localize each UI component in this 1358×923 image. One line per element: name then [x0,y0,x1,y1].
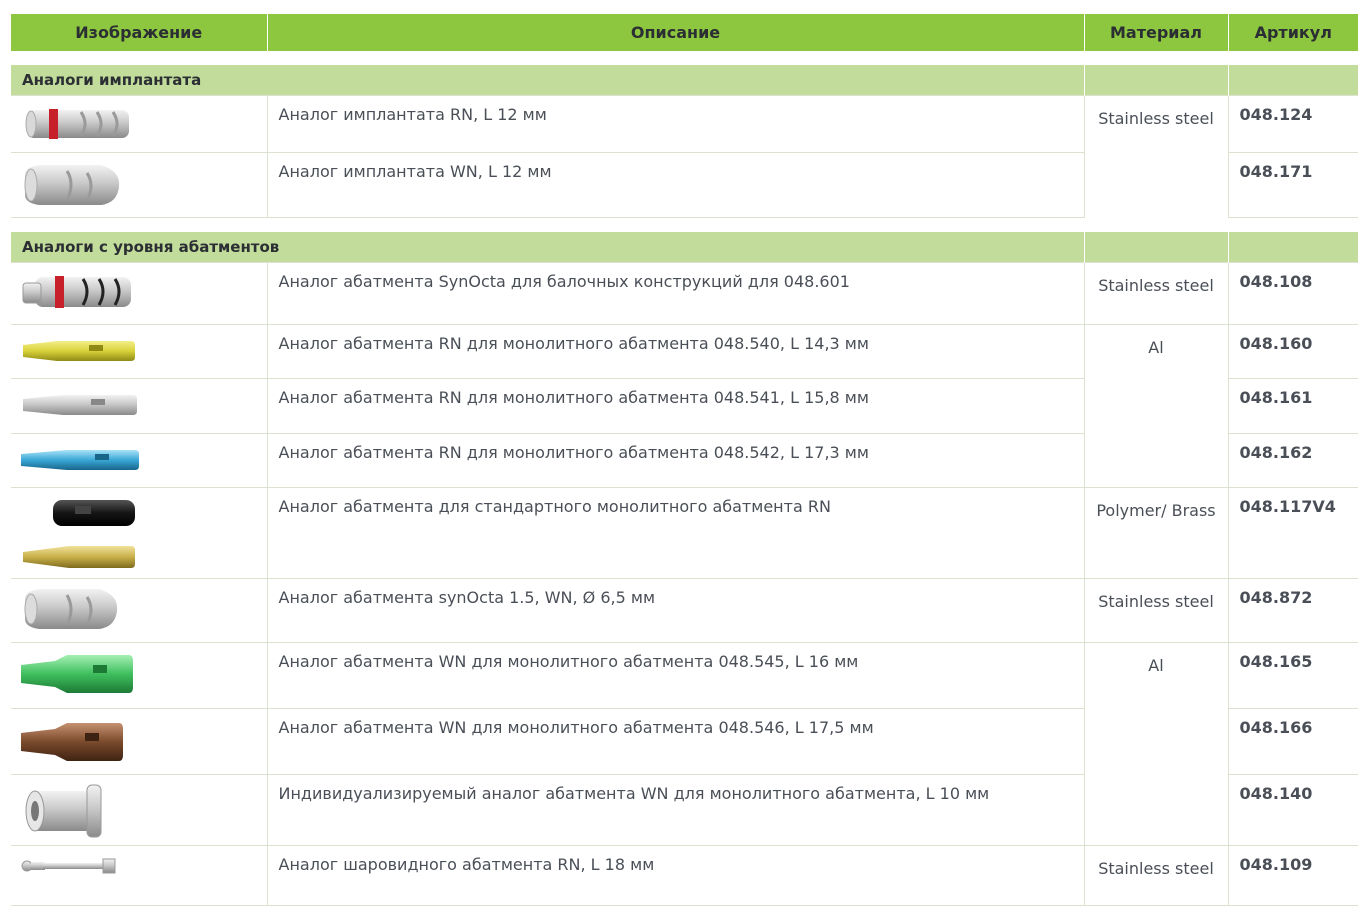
section-title: Аналоги с уровня абатментов [11,232,1084,263]
article-cell: 048.872 [1227,578,1358,643]
article-cell: 048.161 [1227,378,1358,434]
green-analog-icon [21,655,133,693]
description-cell: Аналог абатмента для стандартного моноли… [266,487,1084,579]
grey-analog-icon [23,395,137,415]
article-cell: 048.166 [1227,708,1358,775]
description-cell: Аналог шаровидного абатмента RN, L 18 мм [266,845,1084,906]
column-header-article: Артикул [1227,14,1358,51]
description-cell: Аналог имплантата WN, L 12 мм [266,152,1084,218]
description-cell: Аналог абатмента RN для монолитного абат… [266,378,1084,434]
article-cell: 048.160 [1227,324,1358,379]
article-cell: 048.117V4 [1227,487,1358,579]
material-cell: Polymer/ Brass [1083,487,1228,579]
description-cell: Аналог абатмента WN для монолитного абат… [266,642,1084,709]
blue-analog-icon [21,450,139,470]
section-header-implant-analogs: Аналоги имплантата [11,65,1358,96]
synocta-analog-icon [22,276,131,308]
description-cell: Аналог имплантата RN, L 12 мм [266,95,1084,153]
article-cell: 048.140 [1227,774,1358,846]
table-row: Аналог абатмента SynOcta для балочных ко… [11,262,1358,325]
product-image-cell [11,487,267,579]
product-image-cell [11,324,267,379]
product-image-cell [11,578,267,643]
table-row: Аналог абатмента RN для монолитного абат… [11,324,1358,488]
implant-analog-rn-icon [25,109,129,139]
table-header: Изображение Описание Материал Артикул [11,14,1358,51]
product-image-cell [11,642,267,709]
product-table-wrapper: Изображение Описание Материал Артикул Ан… [11,14,1358,906]
article-cell: 048.171 [1227,152,1358,218]
article-cell: 048.124 [1227,95,1358,153]
article-cell: 048.109 [1227,845,1358,906]
description-cell: Аналог абатмента RN для монолитного абат… [266,433,1084,488]
section-header-abutment-analogs: Аналоги с уровня абатментов [11,232,1358,263]
article-cell: 048.108 [1227,262,1358,325]
table-row: Аналог абатмента для стандартного моноли… [11,487,1358,579]
column-header-description: Описание [266,14,1084,51]
ball-analog-icon [21,858,116,874]
product-table: Изображение Описание Материал Артикул Ан… [11,14,1358,906]
polymer-brass-analog-icon [23,500,135,568]
synocta-wn-analog-icon [24,589,118,629]
description-cell: Аналог абатмента RN для монолитного абат… [266,324,1084,379]
product-image-cell [11,262,267,325]
description-cell: Индивидуализируемый аналог абатмента WN … [266,774,1084,846]
brown-analog-icon [21,723,123,761]
product-image-cell [11,708,267,775]
material-cell: Stainless steel [1083,262,1228,325]
material-cell: Stainless steel [1083,95,1228,218]
table-row: Аналог абатмента WN для монолитного абат… [11,642,1358,846]
product-image-cell [11,378,267,434]
description-cell: Аналог абатмента WN для монолитного абат… [266,708,1084,775]
product-image-cell [11,845,267,906]
implant-analog-wn-icon [24,165,120,205]
product-image-cell [11,152,267,218]
product-image-cell [11,95,267,153]
section-title: Аналоги имплантата [11,65,1084,96]
table-row: Аналог шаровидного абатмента RN, L 18 мм… [11,845,1358,906]
material-cell: Stainless steel [1083,845,1228,906]
product-image-cell [11,774,267,846]
description-cell: Аналог абатмента SynOcta для балочных ко… [266,262,1084,325]
article-cell: 048.165 [1227,642,1358,709]
material-cell: Al [1083,324,1228,488]
column-header-material: Материал [1083,14,1228,51]
product-image-cell [11,433,267,488]
column-header-image: Изображение [11,14,267,51]
description-cell: Аналог абатмента synOcta 1.5, WN, Ø 6,5 … [266,578,1084,643]
article-cell: 048.162 [1227,433,1358,488]
table-row: Аналог абатмента synOcta 1.5, WN, Ø 6,5 … [11,578,1358,643]
material-cell: Al [1083,642,1228,846]
yellow-analog-icon [23,341,135,361]
material-cell: Stainless steel [1083,578,1228,643]
table-row: Аналог имплантата RN, L 12 мм Stainless … [11,95,1358,218]
custom-analog-icon [25,784,102,838]
